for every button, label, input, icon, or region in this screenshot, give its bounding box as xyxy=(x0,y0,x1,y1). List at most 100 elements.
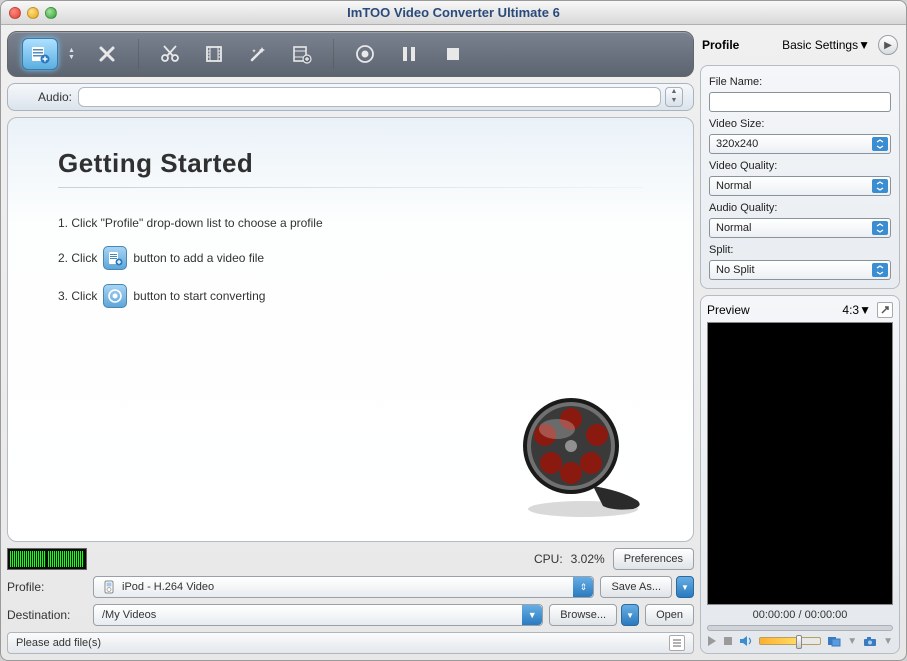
split-select[interactable]: No Split xyxy=(709,260,891,280)
preview-controls: ▼ ▼ xyxy=(707,635,893,647)
preferences-button[interactable]: Preferences xyxy=(613,548,694,570)
right-pane: Profile Basic Settings▼ ▶ File Name: Vid… xyxy=(700,31,900,654)
preview-header: Preview 4:3▼ xyxy=(707,302,893,318)
destination-value: /My Videos xyxy=(102,609,156,621)
popout-icon[interactable] xyxy=(877,302,893,318)
body: ▲▼ xyxy=(1,25,906,660)
save-as-dropdown[interactable]: ▼ xyxy=(676,576,694,598)
film-reel-illustration xyxy=(513,391,653,521)
add-file-mini-icon xyxy=(103,246,127,270)
step-3-text-a: 3. Click xyxy=(58,287,97,305)
step-3: 3. Click button to start converting xyxy=(58,284,643,308)
videosize-label: Video Size: xyxy=(709,116,891,130)
audio-label: Audio: xyxy=(18,90,78,104)
aspect-ratio-dropdown[interactable]: 4:3▼ xyxy=(842,303,871,317)
play-button[interactable] xyxy=(707,635,717,647)
scissors-icon xyxy=(160,44,180,64)
delete-x-icon xyxy=(98,45,116,63)
audio-stepper[interactable]: ▲▼ xyxy=(665,87,683,107)
step-1-text: 1. Click "Profile" drop-down list to cho… xyxy=(58,214,323,232)
videosize-select[interactable]: 320x240 xyxy=(709,134,891,154)
titlebar: ImTOO Video Converter Ultimate 6 xyxy=(1,1,906,25)
select-cap-icon xyxy=(872,137,888,151)
preview-screen xyxy=(707,322,893,605)
status-text: Please add file(s) xyxy=(16,637,101,649)
profile-value: iPod - H.264 Video xyxy=(122,581,214,593)
chevron-down-icon: ▼ xyxy=(522,605,542,625)
destination-field[interactable]: /My Videos ▼ xyxy=(93,604,543,626)
preview-panel: Preview 4:3▼ 00:00:00 / 00:00:00 xyxy=(700,295,900,654)
pause-icon xyxy=(401,45,417,63)
film-plus-icon xyxy=(292,44,312,64)
snapshot-button[interactable] xyxy=(863,636,877,647)
filename-label: File Name: xyxy=(709,74,891,88)
film-icon xyxy=(204,44,224,64)
left-pane: ▲▼ xyxy=(7,31,694,654)
profile-select[interactable]: iPod - H.264 Video ⇕ xyxy=(93,576,594,598)
destination-row: Destination: /My Videos ▼ Browse... ▼ Op… xyxy=(7,604,694,626)
step-2-text-a: 2. Click xyxy=(58,249,97,267)
add-file-dropdown-icon[interactable]: ▲▼ xyxy=(68,47,78,61)
videoquality-label: Video Quality: xyxy=(709,158,891,172)
split-label: Split: xyxy=(709,242,891,256)
profile-header: Profile xyxy=(702,38,739,52)
settings-panel: File Name: Video Size: 320x240 Video Qua… xyxy=(700,65,900,289)
cpu-meter xyxy=(7,548,87,570)
browse-dropdown[interactable]: ▼ xyxy=(621,604,639,626)
cpu-value: 3.02% xyxy=(571,552,605,566)
window-title: ImTOO Video Converter Ultimate 6 xyxy=(1,5,906,20)
convert-button[interactable] xyxy=(350,39,380,69)
pause-button[interactable] xyxy=(394,39,424,69)
preview-stop-button[interactable] xyxy=(723,636,733,646)
steps: 1. Click "Profile" drop-down list to cho… xyxy=(58,214,643,308)
add-file-icon xyxy=(30,44,50,64)
audioquality-value: Normal xyxy=(716,222,751,234)
main-toolbar: ▲▼ xyxy=(7,31,694,77)
basic-settings-dropdown[interactable]: Basic Settings▼ xyxy=(782,38,870,52)
merge-button[interactable] xyxy=(287,39,317,69)
audio-row: Audio: ▲▼ xyxy=(7,83,694,111)
preview-progress[interactable] xyxy=(707,625,893,631)
getting-started-heading: Getting Started xyxy=(58,148,643,179)
destination-label: Destination: xyxy=(7,608,87,622)
add-file-button[interactable] xyxy=(22,38,58,70)
magic-wand-icon xyxy=(248,44,268,64)
audioquality-select[interactable]: Normal xyxy=(709,218,891,238)
right-header: Profile Basic Settings▼ ▶ xyxy=(700,31,900,59)
effects-button[interactable] xyxy=(243,39,273,69)
profile-row: Profile: iPod - H.264 Video ⇕ Save As...… xyxy=(7,576,694,598)
delete-button[interactable] xyxy=(92,39,122,69)
select-cap-icon xyxy=(872,179,888,193)
cpu-row: CPU: 3.02% Preferences xyxy=(7,548,694,570)
filename-input[interactable] xyxy=(709,92,891,112)
list-view-icon[interactable] xyxy=(669,635,685,651)
volume-knob[interactable] xyxy=(796,635,802,649)
snapshot-folder-button[interactable] xyxy=(827,635,841,647)
clip-button[interactable] xyxy=(155,39,185,69)
videoquality-value: Normal xyxy=(716,180,751,192)
step-1: 1. Click "Profile" drop-down list to cho… xyxy=(58,214,643,232)
step-2: 2. Click button to add a video file xyxy=(58,246,643,270)
app-window: ImTOO Video Converter Ultimate 6 ▲▼ xyxy=(0,0,907,661)
videosize-value: 320x240 xyxy=(716,138,758,150)
preview-time: 00:00:00 / 00:00:00 xyxy=(707,609,893,621)
split-value: No Split xyxy=(716,264,755,276)
step-2-text-b: button to add a video file xyxy=(133,249,264,267)
browse-button[interactable]: Browse... xyxy=(549,604,617,626)
audioquality-label: Audio Quality: xyxy=(709,200,891,214)
videoquality-select[interactable]: Normal xyxy=(709,176,891,196)
ipod-icon xyxy=(102,580,116,594)
volume-slider[interactable] xyxy=(759,637,821,645)
open-button[interactable]: Open xyxy=(645,604,694,626)
volume-icon[interactable] xyxy=(739,635,753,647)
stop-icon xyxy=(445,46,461,62)
audio-select[interactable] xyxy=(78,87,661,107)
edit-button[interactable] xyxy=(199,39,229,69)
select-cap-icon xyxy=(872,263,888,277)
divider xyxy=(58,187,643,188)
next-page-button[interactable]: ▶ xyxy=(878,35,898,55)
save-as-button[interactable]: Save As... xyxy=(600,576,672,598)
toolbar-separator-2 xyxy=(333,39,334,69)
stop-button[interactable] xyxy=(438,39,468,69)
chevron-updown-icon: ⇕ xyxy=(573,577,593,597)
